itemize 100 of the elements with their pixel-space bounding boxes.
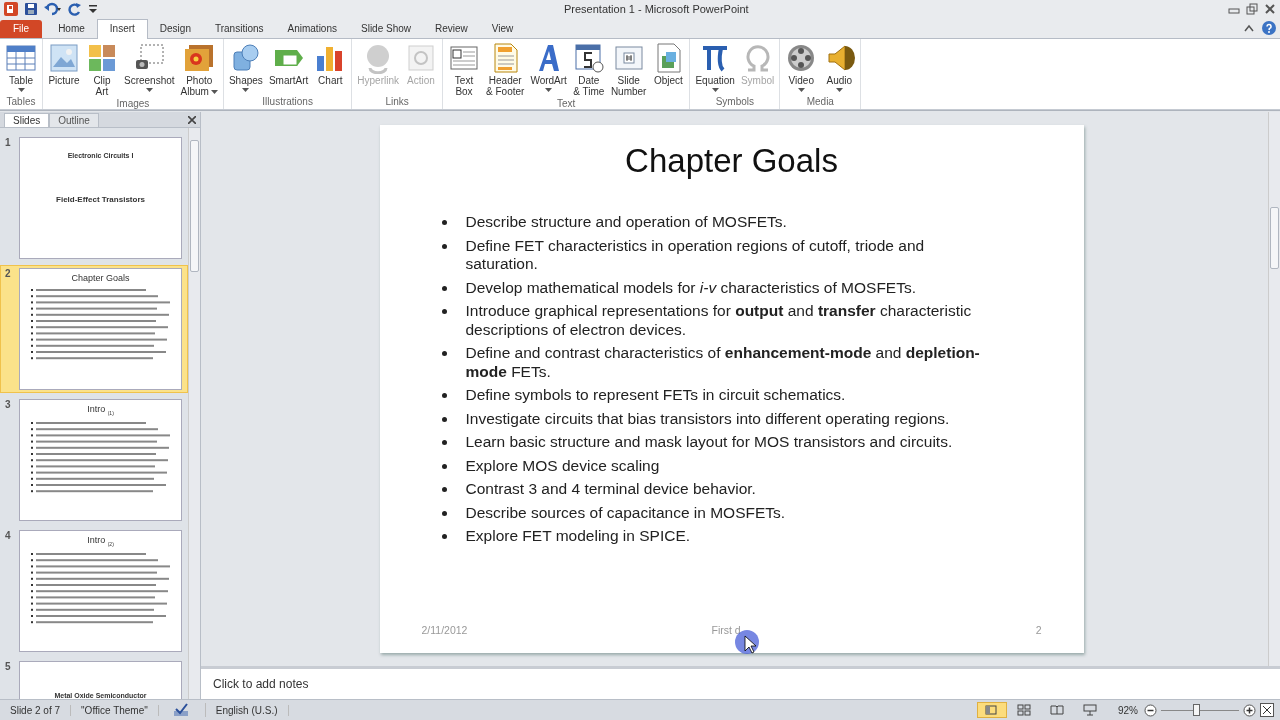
zoom-out-icon[interactable] — [1144, 703, 1157, 717]
ribbon-command-button[interactable]: Video — [783, 41, 820, 96]
view-icon — [1017, 704, 1031, 716]
group-label: Illustrations — [261, 96, 314, 109]
bullet-text: Define symbols to represent FETs in circuit schematics. — [465, 386, 846, 405]
redo-icon[interactable] — [68, 2, 82, 16]
ribbon-command-button[interactable]: WordArt — [528, 41, 569, 98]
bullet-text: Define and contrast characteristics of enhancement-mode and depletion-mode FETs. — [465, 344, 981, 381]
view-button[interactable] — [977, 702, 1007, 718]
slide-thumbnail[interactable]: Intro $_{(2)}$ — [19, 530, 182, 652]
bullet-text: Introduce graphical representations for output and transfer characteristic descriptions of electron devices. — [465, 302, 973, 339]
ribbon-command-button[interactable]: Equation — [693, 41, 737, 96]
status-text: Slide 2 of 7 — [0, 704, 72, 716]
caret-icon — [242, 88, 250, 92]
bullet-dot — [441, 351, 447, 356]
view-icon — [984, 704, 998, 716]
ribbon-tab[interactable]: Animations — [275, 20, 349, 38]
zoom-level[interactable]: 92% — [1118, 704, 1138, 716]
zoom-in-icon[interactable] — [1243, 703, 1256, 717]
scrollbar[interactable] — [1268, 112, 1280, 666]
ribbon-command-button[interactable]: Audio — [821, 41, 858, 96]
bullet-dot — [441, 534, 447, 539]
view-icon — [1083, 704, 1097, 716]
command-icon — [405, 42, 437, 74]
help-icon[interactable] — [1262, 21, 1276, 35]
view-icon — [1050, 704, 1064, 716]
ribbon-command-button[interactable]: Table — [3, 41, 39, 96]
ribbon-tab[interactable]: View — [479, 20, 526, 38]
bullet-text: Develop mathematical models for i-v characteristics of MOSFETs. — [465, 278, 916, 297]
slide-thumbnail-row[interactable]: 3 Intro $_{(1)}$ — [0, 396, 188, 524]
ribbon-tab[interactable]: Design — [147, 20, 203, 38]
ribbon-command-button[interactable]: Screenshot — [122, 41, 177, 98]
notes-field[interactable]: Click to add notes — [209, 675, 313, 693]
ribbon-command-button[interactable]: Date & Time — [570, 41, 607, 98]
ribbon-command-button[interactable]: Slide Number — [608, 41, 649, 98]
ribbon-command-button[interactable]: Shapes — [226, 41, 265, 96]
ribbon-command-button[interactable]: Picture — [46, 41, 82, 98]
thumbnail-title: Field-Effect Transistors — [56, 195, 145, 204]
slide-number: 4 — [5, 530, 12, 543]
ribbon-command-button[interactable]: SmartArt — [266, 41, 311, 96]
close-icon[interactable] — [188, 116, 196, 124]
command-icon — [5, 42, 37, 74]
slide-number: 2 — [1035, 624, 1042, 636]
ribbon-tab[interactable]: Slide Show — [349, 20, 423, 38]
panel-tab[interactable]: Outline — [49, 113, 99, 127]
fit-to-window-icon[interactable] — [1260, 703, 1274, 717]
bullet-text: Investigate circuits that bias transistors into different operating regions. — [465, 409, 950, 428]
command-icon — [572, 42, 605, 74]
panel-tab[interactable]: Slides — [4, 113, 50, 127]
ribbon-tab[interactable]: Transitions — [202, 20, 276, 38]
bullet-text: Explore FET modeling in SPICE. — [465, 527, 691, 546]
ribbon-command-button[interactable]: Clip Art — [84, 41, 120, 98]
bullet-text: Define FET characteristics in operation regions of cutoff, triode and saturation. — [465, 236, 926, 274]
slide-thumbnail-row[interactable]: 4 Intro $_{(2)}$ — [0, 527, 188, 655]
ribbon-command-button[interactable]: Object — [650, 41, 687, 98]
ribbon-tab[interactable]: Review — [423, 20, 480, 38]
ribbon-command-button[interactable]: Chart — [312, 41, 349, 96]
bullet-text: Contrast 3 and 4 terminal device behavior. — [465, 480, 756, 499]
caret-icon — [711, 88, 719, 92]
command-icon — [48, 42, 80, 74]
footer-text: First d — [711, 624, 742, 636]
bullet-text: Learn basic structure and mask layout for MOS transistors and circuits. — [465, 433, 953, 452]
undo-icon[interactable] — [44, 2, 62, 16]
bullet-dot — [441, 243, 447, 249]
status-text: "Office Theme" — [71, 704, 159, 716]
group-label: Text — [556, 98, 577, 110]
bullet-dot — [441, 510, 447, 516]
bullet-dot — [441, 440, 447, 445]
group-label: Links — [384, 96, 410, 109]
thumbnail-title: Chapter Goals — [71, 273, 130, 283]
caret-icon — [797, 88, 805, 92]
window-title: Presentation 1 - Microsoft PowerPoint — [564, 3, 750, 15]
file-tab[interactable]: File — [0, 20, 43, 38]
customize-menu-icon[interactable] — [88, 3, 98, 15]
close-icon[interactable] — [1264, 3, 1276, 15]
restore-icon[interactable] — [1246, 3, 1258, 15]
group-label: Media — [805, 96, 835, 109]
ribbon-tab[interactable]: Insert — [96, 19, 148, 39]
spelling-check-icon[interactable] — [172, 703, 189, 717]
caret-icon — [545, 88, 553, 92]
ribbon-command-button[interactable]: Text Box — [446, 41, 482, 98]
slide-thumbnail[interactable]: Intro $_{(1)}$ — [19, 399, 182, 521]
ribbon-tab[interactable]: Home — [46, 20, 97, 38]
slider-thumb[interactable] — [1193, 704, 1201, 716]
ribbon-command-button[interactable]: Photo Album — [178, 41, 220, 98]
caret-icon — [145, 88, 153, 92]
thumbnail-title: Intro $_{(1)}$ — [87, 404, 114, 416]
thumbnail-title: Intro $_{(2)}$ — [87, 535, 114, 547]
app-logo-icon[interactable] — [4, 2, 18, 16]
slide-thumbnail[interactable]: Chapter Goals — [19, 268, 182, 390]
scrollbar[interactable] — [188, 128, 200, 699]
slide-number: 3 — [5, 399, 12, 412]
command-icon — [86, 42, 118, 74]
group-label: Images — [115, 98, 151, 110]
bullet-text: Explore MOS device scaling — [465, 456, 660, 475]
collapse-ribbon-icon[interactable] — [1244, 24, 1254, 32]
bullet-dot — [441, 463, 447, 469]
ribbon-command-button[interactable]: Header & Footer — [484, 41, 527, 98]
slide-thumbnail-row[interactable]: 2 Chapter Goals — [0, 265, 188, 393]
save-icon[interactable] — [24, 2, 38, 16]
